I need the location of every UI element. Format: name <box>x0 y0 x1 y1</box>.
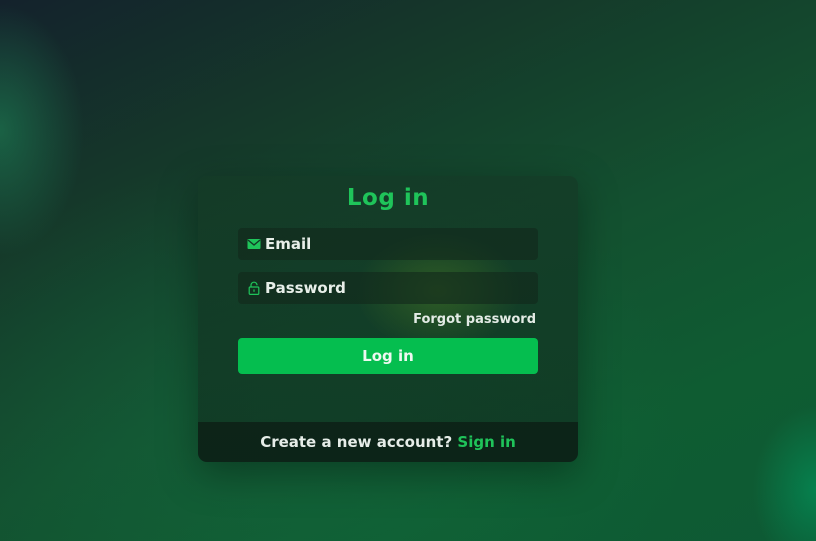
signup-footer: Create a new account? Sign in <box>198 422 578 462</box>
mail-icon <box>247 239 261 249</box>
sign-in-link[interactable]: Sign in <box>457 433 515 451</box>
password-input[interactable] <box>265 272 531 304</box>
login-button[interactable]: Log in <box>238 338 538 374</box>
create-account-prompt: Create a new account? <box>260 433 453 451</box>
lock-icon <box>248 281 260 295</box>
email-field[interactable] <box>238 228 538 260</box>
email-input[interactable] <box>265 228 531 260</box>
login-card: Log in Forgot password Log in Create a n… <box>198 176 578 462</box>
password-field[interactable] <box>238 272 538 304</box>
forgot-password-link[interactable]: Forgot password <box>413 312 536 327</box>
login-title: Log in <box>346 185 430 211</box>
